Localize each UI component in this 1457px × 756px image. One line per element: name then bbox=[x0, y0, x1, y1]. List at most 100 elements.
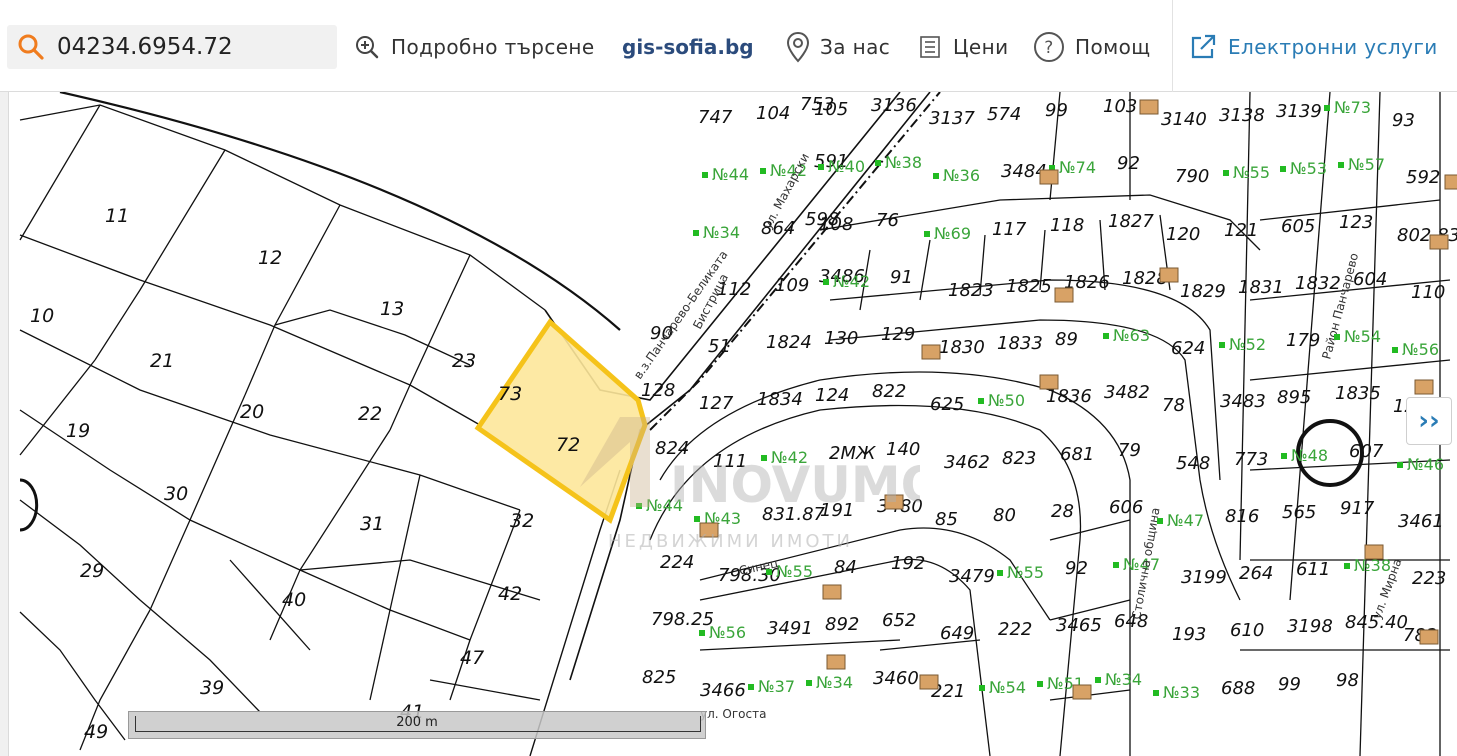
house-number-label: №40 bbox=[828, 157, 865, 176]
address-marker bbox=[806, 680, 812, 686]
parcel-label: 3465 bbox=[1056, 615, 1102, 636]
building bbox=[1429, 234, 1449, 250]
parcel-label: 1835 bbox=[1335, 383, 1381, 404]
parcel-label: 1832 bbox=[1295, 273, 1341, 294]
parcel-label: 3482 bbox=[1104, 382, 1150, 403]
parcel-label: 129 bbox=[881, 324, 915, 345]
parcel-label: 1831 bbox=[1238, 277, 1284, 298]
parcel-label: 191 bbox=[820, 500, 854, 521]
parcel-label: 103 bbox=[1103, 96, 1137, 117]
parcel-label: 823 bbox=[1002, 448, 1036, 469]
advanced-search-button[interactable]: Подробно търсене bbox=[353, 26, 595, 68]
brand-link[interactable]: gis-sofia.bg bbox=[622, 26, 754, 68]
house-number-label: №63 bbox=[1113, 326, 1150, 345]
parcel-label: 1825 bbox=[1006, 276, 1052, 297]
parcel-label: 121 bbox=[1224, 220, 1258, 241]
address-marker bbox=[1037, 681, 1043, 687]
building bbox=[1139, 99, 1159, 115]
parcel-label: 99 bbox=[1278, 674, 1301, 695]
parcel-label: 21 bbox=[150, 350, 174, 372]
parcel-label: 98 bbox=[1336, 670, 1359, 691]
parcel-label: 917 bbox=[1340, 498, 1375, 519]
parcel-label: 624 bbox=[1171, 338, 1205, 359]
parcel-label: 831.87 bbox=[762, 504, 826, 525]
parcel-label: 29 bbox=[80, 560, 104, 582]
parcel-label: 565 bbox=[1282, 502, 1316, 523]
help-icon: ? bbox=[1034, 32, 1064, 62]
parcel-label: 3138 bbox=[1219, 105, 1265, 126]
expand-panel-button[interactable]: ›› bbox=[1406, 397, 1452, 445]
house-number-label: №54 bbox=[1344, 327, 1381, 346]
map-canvas[interactable]: 1112131021237372202219303132294042473941… bbox=[0, 92, 1457, 756]
parcel-label: 3491 bbox=[767, 618, 813, 639]
address-marker bbox=[1103, 333, 1109, 339]
parcel-label: 649 bbox=[940, 623, 974, 644]
map-pin-icon bbox=[786, 31, 810, 63]
prices-button[interactable]: Цени bbox=[917, 26, 1009, 68]
parcel-label: 1824 bbox=[766, 332, 812, 353]
house-number-label: №44 bbox=[646, 496, 683, 515]
building bbox=[921, 344, 941, 360]
parcel-label: 13 bbox=[380, 298, 404, 320]
parcel-label: 652 bbox=[882, 610, 916, 631]
address-marker bbox=[1157, 518, 1163, 524]
eservices-button[interactable]: Електронни услуги bbox=[1188, 26, 1438, 68]
chevron-right-icon: ›› bbox=[1418, 406, 1440, 436]
parcel-label: 120 bbox=[1166, 224, 1200, 245]
help-button[interactable]: ? Помощ bbox=[1033, 26, 1150, 68]
house-number-label: №34 bbox=[816, 673, 853, 692]
address-marker bbox=[933, 173, 939, 179]
address-marker bbox=[748, 684, 754, 690]
parcel-label: 1823 bbox=[948, 280, 994, 301]
search-box[interactable] bbox=[7, 25, 337, 69]
parcel-label: 3462 bbox=[944, 452, 990, 473]
building bbox=[919, 674, 939, 690]
parcel-label: 3139 bbox=[1276, 101, 1322, 122]
address-marker bbox=[1281, 453, 1287, 459]
parcel-label: 1830 bbox=[939, 337, 985, 358]
about-label: За нас bbox=[820, 35, 891, 59]
address-marker bbox=[979, 685, 985, 691]
house-number-label: №55 bbox=[1233, 163, 1270, 182]
house-number-label: №34 bbox=[1105, 670, 1142, 689]
left-panel-edge[interactable] bbox=[0, 92, 9, 756]
parcel-label: 1827 bbox=[1108, 211, 1154, 232]
address-marker bbox=[1223, 170, 1229, 176]
address-marker bbox=[1219, 342, 1225, 348]
parcel-label: 92 bbox=[1065, 558, 1088, 579]
parcel-label: 592 bbox=[1406, 167, 1440, 188]
parcel-label: 130 bbox=[824, 328, 858, 349]
toolbar-divider bbox=[1172, 0, 1173, 92]
address-marker bbox=[1113, 562, 1119, 568]
house-number-label: №38 bbox=[885, 153, 922, 172]
parcel-label: 193 bbox=[1172, 624, 1206, 645]
parcel-label: 611 bbox=[1296, 559, 1330, 580]
about-button[interactable]: За нас bbox=[786, 26, 890, 68]
address-marker bbox=[978, 398, 984, 404]
search-input[interactable] bbox=[57, 31, 327, 63]
parcel-label: 110 bbox=[1411, 282, 1445, 303]
parcel-label: 825 bbox=[642, 667, 676, 688]
address-marker bbox=[702, 172, 708, 178]
street-label: ул. Огоста bbox=[700, 707, 766, 721]
address-marker bbox=[1338, 162, 1344, 168]
parcel-label: 104 bbox=[756, 103, 790, 124]
parcel-label: 3460 bbox=[873, 668, 919, 689]
parcel-label: 76 bbox=[876, 210, 899, 231]
price-list-icon bbox=[920, 36, 940, 58]
address-marker bbox=[1344, 563, 1350, 569]
parcel-label: 3199 bbox=[1181, 567, 1227, 588]
parcel-label: 610 bbox=[1230, 620, 1264, 641]
cadastral-map[interactable]: 1112131021237372202219303132294042473941… bbox=[0, 92, 1457, 756]
parcel-label: 42 bbox=[498, 583, 522, 605]
address-marker bbox=[818, 164, 824, 170]
house-number-label: №37 bbox=[758, 677, 795, 696]
parcel-label: 47 bbox=[460, 647, 484, 669]
parcel-label: 892 bbox=[825, 614, 859, 635]
address-marker bbox=[1392, 347, 1398, 353]
search-icon[interactable] bbox=[17, 33, 45, 61]
selected-parcel[interactable] bbox=[474, 318, 648, 524]
house-number-label: №47 bbox=[1167, 511, 1204, 530]
house-number-label: №50 bbox=[988, 391, 1025, 410]
building bbox=[884, 494, 904, 510]
